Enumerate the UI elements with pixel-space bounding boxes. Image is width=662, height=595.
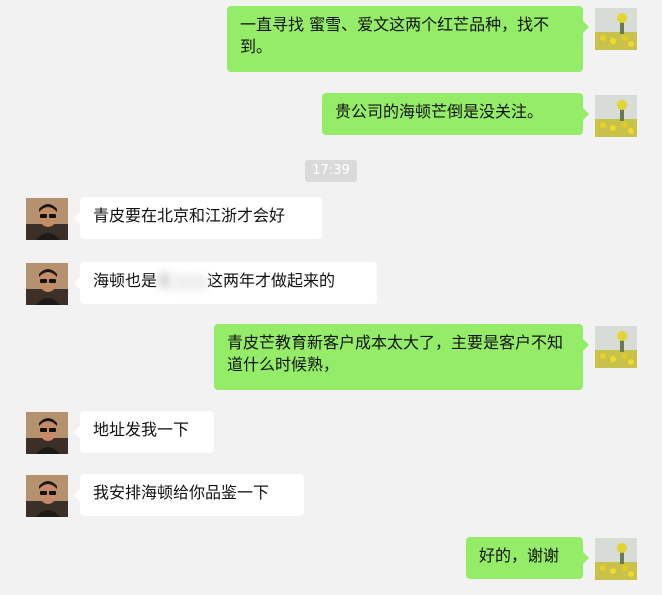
message-text: 贵公司的海顿芒倒是没关注。 (335, 102, 544, 121)
man-sunglasses-icon (26, 475, 68, 517)
message-bubble-received[interactable]: 青皮要在北京和江浙才会好 (74, 197, 322, 239)
man-sunglasses-icon (26, 198, 68, 240)
contact-avatar[interactable] (26, 475, 68, 517)
message-bubble-received[interactable]: 海顿也是在 这两年才做起来的 (74, 262, 377, 304)
message-bubble-received[interactable]: 地址发我一下 (74, 411, 214, 453)
flower-field-icon (595, 538, 637, 580)
my-avatar[interactable] (595, 326, 637, 368)
man-sunglasses-icon (26, 263, 68, 305)
message-text: 我安排海顿给你品鉴一下 (93, 483, 270, 502)
message-text: 地址发我一下 (93, 420, 190, 439)
flower-field-icon (595, 8, 637, 50)
message-bubble-sent[interactable]: 青皮芒教育新客户成本太大了，主要是客户不知道什么时候熟， (214, 324, 589, 390)
redaction-blur (173, 273, 208, 290)
message-text: 青皮芒教育新客户成本太大了，主要是客户不知道什么时候熟， (227, 333, 564, 374)
flower-field-icon (595, 326, 637, 368)
message-text-after: 这两年才做起来的 (207, 271, 336, 290)
message-bubble-sent[interactable]: 贵公司的海顿芒倒是没关注。 (322, 93, 589, 135)
message-text: 好的，谢谢 (479, 546, 560, 565)
message-text-before: 海顿也是 (93, 271, 158, 290)
timestamp: 17:39 (305, 160, 357, 182)
contact-avatar[interactable] (26, 263, 68, 305)
message-bubble-sent[interactable]: 好的，谢谢 (466, 537, 589, 579)
message-bubble-received[interactable]: 我安排海顿给你品鉴一下 (74, 474, 304, 516)
flower-field-icon (595, 95, 637, 137)
my-avatar[interactable] (595, 538, 637, 580)
contact-avatar[interactable] (26, 412, 68, 454)
message-bubble-sent[interactable]: 一直寻找 蜜雪、爱文这两个红芒品种，找不到。 (227, 6, 589, 72)
man-sunglasses-icon (26, 412, 68, 454)
my-avatar[interactable] (595, 8, 637, 50)
message-text: 青皮要在北京和江浙才会好 (93, 206, 286, 225)
my-avatar[interactable] (595, 95, 637, 137)
message-text: 一直寻找 蜜雪、爱文这两个红芒品种，找不到。 (240, 15, 550, 56)
redacted-text: 在 (157, 271, 174, 290)
contact-avatar[interactable] (26, 198, 68, 240)
